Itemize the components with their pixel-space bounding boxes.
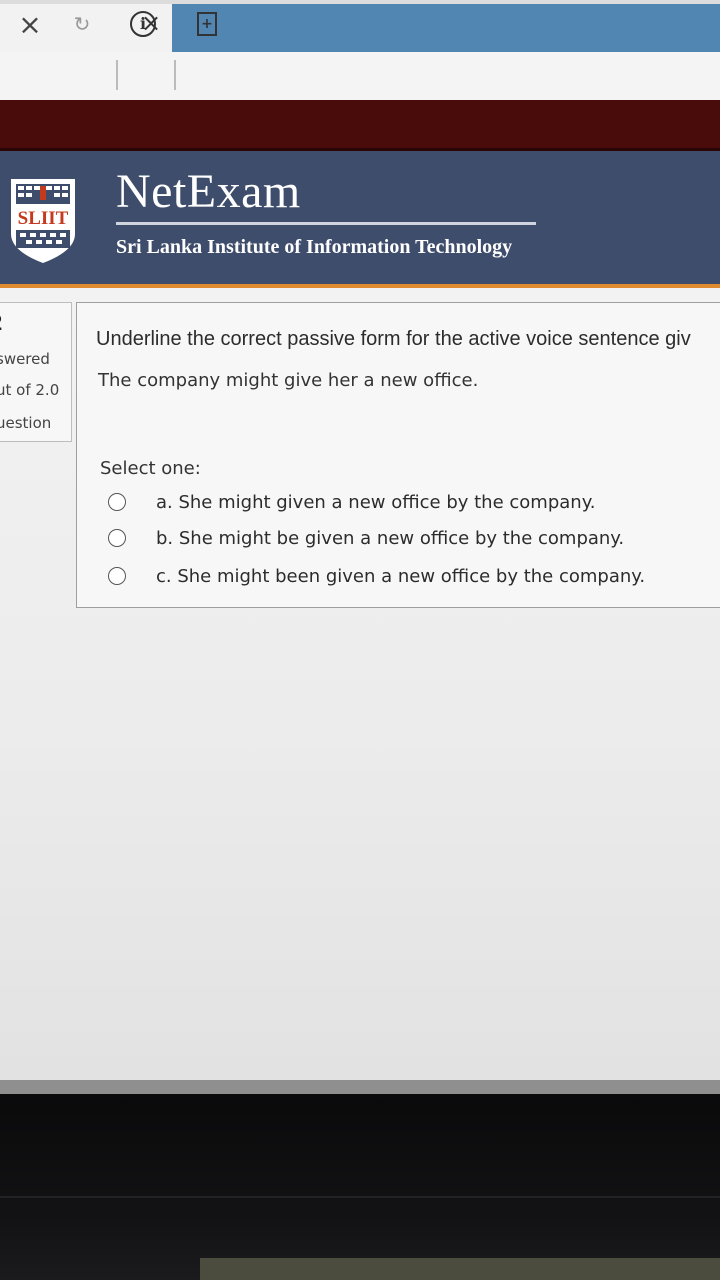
flag-question-link[interactable]: uestion bbox=[0, 414, 51, 432]
question-prompt: Underline the correct passive form for t… bbox=[96, 328, 691, 350]
site-subtitle: Sri Lanka Institute of Information Techn… bbox=[116, 236, 513, 258]
bezel-edge bbox=[0, 1196, 720, 1198]
select-one-label: Select one: bbox=[100, 458, 201, 479]
add-page-icon: + bbox=[197, 12, 217, 36]
question-status: swered bbox=[0, 350, 50, 368]
top-band bbox=[0, 100, 720, 150]
answer-option-label[interactable]: a. She might given a new office by the c… bbox=[156, 492, 596, 513]
stop-icon[interactable]: × bbox=[14, 8, 46, 41]
sliit-logo-icon[interactable]: SLIIT bbox=[10, 178, 76, 264]
browser-tab-inactive[interactable] bbox=[172, 4, 720, 52]
question-sentence: The company might give her a new office. bbox=[98, 370, 479, 391]
toolbar-separator bbox=[116, 60, 118, 90]
site-info-button[interactable]: i bbox=[126, 8, 160, 40]
answer-option-a[interactable]: a. She might given a new office by the c… bbox=[108, 488, 596, 516]
browser-toolbar bbox=[0, 52, 720, 100]
title-divider bbox=[116, 222, 536, 225]
info-icon: i bbox=[130, 11, 156, 37]
answer-option-c[interactable]: c. She might been given a new office by … bbox=[108, 562, 645, 590]
question-marks: ut of 2.0 bbox=[0, 381, 60, 399]
site-title[interactable]: NetExam bbox=[116, 164, 301, 218]
site-header bbox=[0, 151, 720, 284]
answer-option-label[interactable]: c. She might been given a new office by … bbox=[156, 566, 645, 587]
toolbar-separator bbox=[174, 60, 176, 90]
answer-option-label[interactable]: b. She might be given a new office by th… bbox=[156, 528, 624, 549]
radio-button[interactable] bbox=[108, 567, 126, 585]
desk-surface bbox=[200, 1258, 720, 1280]
page-action-button[interactable]: + bbox=[192, 8, 222, 40]
question-number: 2 bbox=[0, 310, 2, 336]
monitor-bezel bbox=[0, 1094, 720, 1280]
svg-text:SLIIT: SLIIT bbox=[18, 208, 69, 229]
radio-button[interactable] bbox=[108, 529, 126, 547]
horizontal-scrollbar[interactable] bbox=[0, 1080, 720, 1094]
radio-button[interactable] bbox=[108, 493, 126, 511]
answer-option-b[interactable]: b. She might be given a new office by th… bbox=[108, 524, 624, 552]
reload-icon[interactable]: ↻ bbox=[66, 8, 98, 40]
